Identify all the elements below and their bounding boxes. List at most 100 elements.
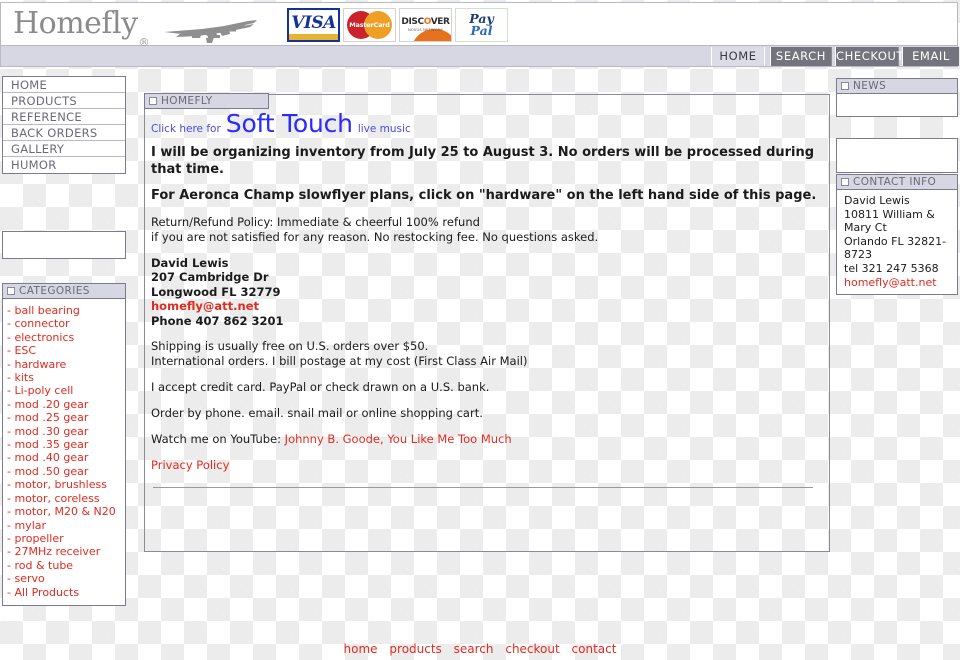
promo-line: Click here for Soft Touch live music (151, 109, 819, 138)
privacy-policy-line: Privacy Policy (151, 458, 819, 473)
category-mod-35-gear[interactable]: - mod .35 gear (7, 438, 125, 451)
news-panel: NEWS (836, 78, 958, 117)
top-navigation-bar: HOME SEARCH CHECKOUT EMAIL (0, 46, 959, 67)
paypal-logo-icon: Pay Pal (455, 8, 508, 42)
main-panel-tab: HOMEFLY (144, 93, 269, 109)
main-panel-title: HOMEFLY (161, 95, 213, 107)
sidebar-search-box[interactable] (2, 231, 126, 259)
contact-title: CONTACT INFO (853, 175, 937, 188)
categories-panel-header: CATEGORIES (3, 284, 125, 299)
footer-link-contact[interactable]: contact (572, 642, 617, 656)
contact-email-link[interactable]: homefly@att.net (844, 276, 937, 289)
footer-link-search[interactable]: search (454, 642, 494, 656)
category-kits[interactable]: - kits (7, 371, 125, 384)
square-bullet-icon (7, 287, 15, 295)
discover-sublabel: NOVUS NETWORK (408, 28, 443, 32)
square-bullet-icon (841, 178, 849, 186)
inventory-notice: I will be organizing inventory from July… (151, 145, 815, 177)
footer-navigation: home products search checkout contact (0, 642, 960, 656)
logo-text: Homefly (13, 6, 138, 41)
categories-list: - ball bearing - connector - electronics… (3, 299, 125, 605)
footer-link-checkout[interactable]: checkout (505, 642, 559, 656)
left-sidebar: HOME PRODUCTS REFERENCE BACK ORDERS GALL… (2, 76, 126, 606)
sidebar-item-reference[interactable]: REFERENCE (3, 109, 125, 125)
shipping-line2: International orders. I bill postage at … (151, 354, 528, 369)
category-motor-coreless[interactable]: - motor, coreless (7, 492, 125, 505)
owner-citystate: Longwood FL 32779 (151, 284, 281, 299)
category-ball-bearing[interactable]: - ball bearing (7, 304, 125, 317)
category-hardware[interactable]: - hardware (7, 358, 125, 371)
contact-street2: Mary Ct (844, 221, 887, 235)
payment-methods: I accept credit card. PayPal or check dr… (151, 380, 490, 395)
category-mod-25-gear[interactable]: - mod .25 gear (7, 411, 125, 424)
category-mylar[interactable]: - mylar (7, 519, 125, 532)
paypal-label-pal: Pal (470, 23, 493, 38)
category-mod-20-gear[interactable]: - mod .20 gear (7, 398, 125, 411)
promo-prefix[interactable]: Click here for (151, 123, 221, 135)
shipping-info: Shipping is usually free on U.S. orders … (151, 339, 819, 369)
sidebar-item-products[interactable]: PRODUCTS (3, 93, 125, 109)
category-27mhz-receiver[interactable]: - 27MHz receiver (7, 545, 125, 558)
discover-label: DISC (401, 17, 424, 27)
promo-suffix[interactable]: live music (358, 123, 411, 135)
youtube-link-johnny-b-goode[interactable]: Johnny B. Goode (285, 432, 380, 446)
category-connector[interactable]: - connector (7, 317, 125, 330)
contact-name: David Lewis (844, 194, 910, 207)
footer-link-products[interactable]: products (389, 642, 441, 656)
youtube-prefix: Watch me on YouTube: (151, 432, 282, 447)
owner-name: David Lewis (151, 255, 229, 270)
discover-label2: VER (430, 17, 450, 27)
discover-logo-icon: DISCOVER NOVUS NETWORK (399, 8, 452, 42)
category-motor-brushless[interactable]: - motor, brushless (7, 478, 125, 491)
contact-tel: tel 321 247 5368 (844, 261, 939, 275)
category-servo[interactable]: - servo (7, 572, 125, 585)
tab-email[interactable]: EMAIL (902, 47, 959, 66)
soft-touch-link[interactable]: Soft Touch (226, 109, 353, 138)
owner-email-link[interactable]: homefly@att.net (151, 299, 259, 313)
mastercard-logo-icon: MasterCard (343, 8, 396, 42)
category-electronics[interactable]: - electronics (7, 331, 125, 344)
owner-phone: Phone 407 862 3201 (151, 313, 284, 328)
news-body (837, 94, 957, 116)
sidebar-item-gallery[interactable]: GALLERY (3, 141, 125, 157)
category-li-poly-cell[interactable]: - Li-poly cell (7, 384, 125, 397)
category-motor-m20-n20[interactable]: - motor, M20 & N20 (7, 505, 125, 518)
categories-panel: CATEGORIES - ball bearing - connector - … (2, 283, 126, 606)
contact-citystate2: 8723 (844, 248, 872, 262)
youtube-line: Watch me on YouTube: Johnny B. Goode, Yo… (151, 432, 819, 447)
tab-checkout[interactable]: CHECKOUT (835, 47, 904, 66)
content-divider (153, 487, 813, 489)
blank-sidebar-box (836, 138, 958, 173)
contact-citystate1: Orlando FL 32821- (844, 234, 947, 248)
news-title: NEWS (853, 79, 887, 92)
site-masthead: Homefly® VISA MasterCard DISCOVER NOVUS … (0, 2, 958, 49)
contact-street1: 10811 William & (844, 207, 935, 221)
sidebar-item-back-orders[interactable]: BACK ORDERS (3, 125, 125, 141)
category-propeller[interactable]: - propeller (7, 532, 125, 545)
category-esc[interactable]: - ESC (7, 344, 125, 357)
sidebar-item-humor[interactable]: HUMOR (3, 157, 125, 173)
category-mod-30-gear[interactable]: - mod .30 gear (7, 425, 125, 438)
airplane-icon (162, 15, 262, 50)
square-bullet-icon (149, 97, 157, 105)
contact-info-panel: CONTACT INFO David Lewis 10811 William &… (836, 174, 958, 296)
sidebar-item-home[interactable]: HOME (3, 77, 125, 93)
mastercard-label: MasterCard (349, 21, 390, 29)
aeronca-notice: For Aeronca Champ slowflyer plans, click… (151, 188, 817, 203)
square-bullet-icon (841, 82, 849, 90)
refund-policy: Return/Refund Policy: Immediate & cheerf… (151, 215, 819, 245)
tab-home[interactable]: HOME (711, 47, 765, 66)
category-mod-40-gear[interactable]: - mod .40 gear (7, 451, 125, 464)
shipping-line1: Shipping is usually free on U.S. orders … (151, 339, 429, 354)
footer-link-home[interactable]: home (344, 642, 378, 656)
youtube-link-you-like-me-too-much[interactable]: You Like Me Too Much (387, 432, 511, 446)
tab-search[interactable]: SEARCH (770, 47, 832, 66)
main-content-body: Click here for Soft Touch live music I wil… (151, 109, 819, 489)
privacy-policy-link[interactable]: Privacy Policy (151, 458, 229, 472)
payment-logos: VISA MasterCard DISCOVER NOVUS NETWORK P… (287, 8, 508, 42)
category-mod-50-gear[interactable]: - mod .50 gear (7, 465, 125, 478)
news-panel-header: NEWS (837, 79, 957, 94)
category-rod-and-tube[interactable]: - rod & tube (7, 559, 125, 572)
categories-title: CATEGORIES (19, 284, 90, 297)
category-all-products[interactable]: - All Products (7, 586, 125, 599)
